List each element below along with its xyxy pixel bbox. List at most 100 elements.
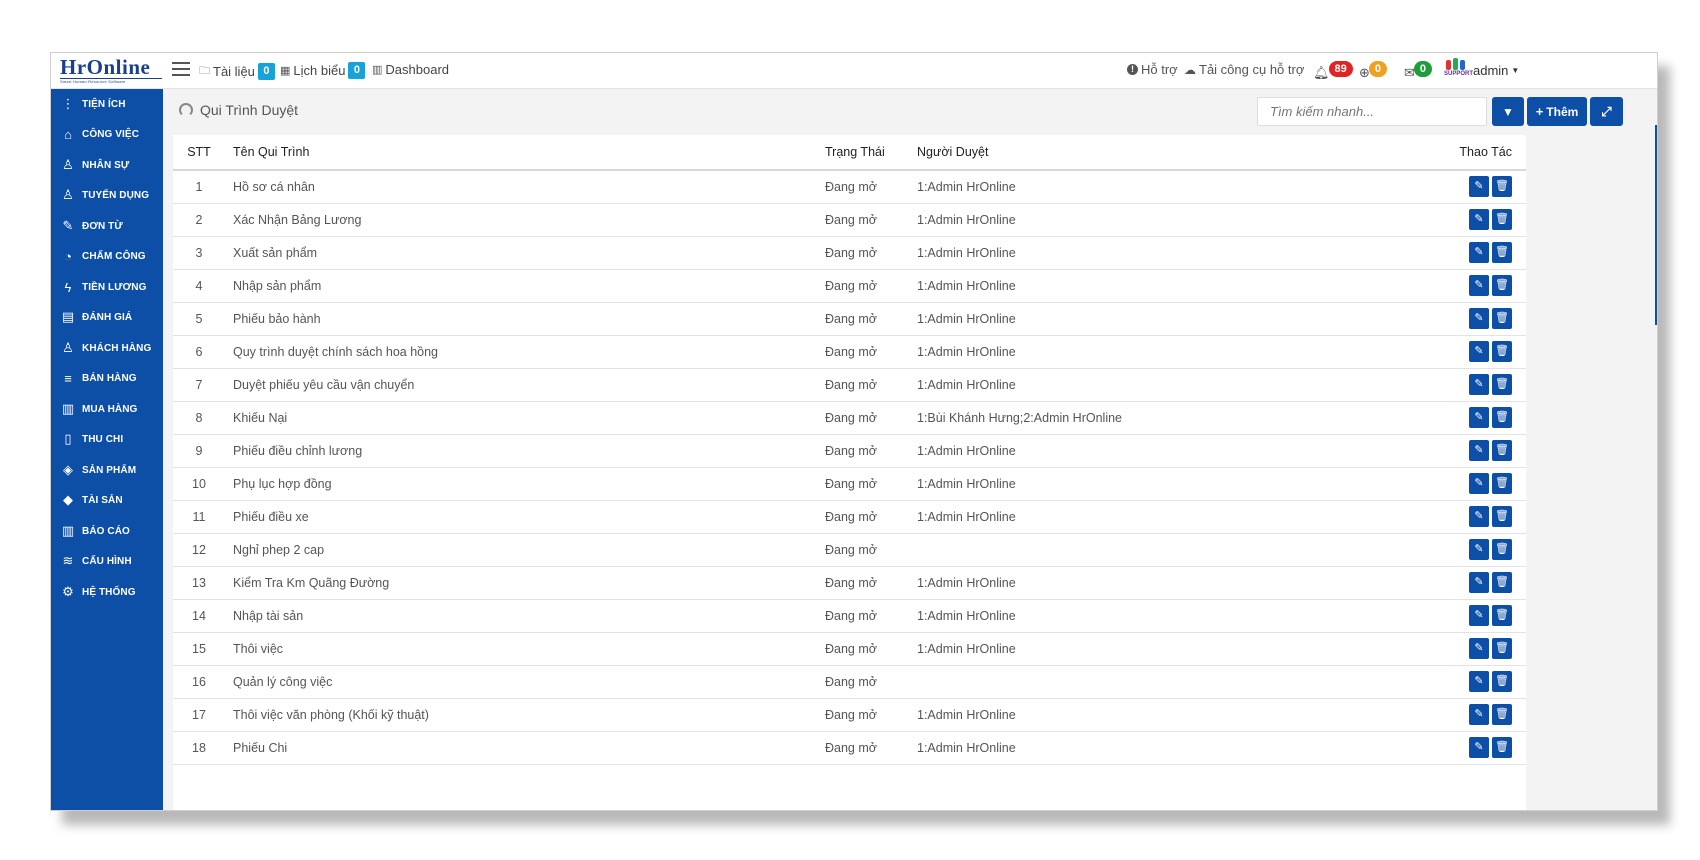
table-row[interactable]: 17 Thôi việc văn phòng (Khối kỹ thuật) Đan…: [173, 698, 1526, 732]
sidebar-item-khach-hang[interactable]: ♙ Khách hàng: [51, 333, 163, 363]
table-row[interactable]: 15 Thôi việc Đang mở 1:Admin HrOnline ✎ 🗑︎: [173, 632, 1526, 666]
delete-button[interactable]: 🗑︎: [1492, 308, 1512, 329]
table-row[interactable]: 8 Khiếu Nại Đang mở 1:Bùi Khánh Hưng;2:Admi…: [173, 401, 1526, 435]
vertical-scrollbar[interactable]: [1655, 125, 1657, 325]
edit-button[interactable]: ✎: [1469, 473, 1489, 494]
brand-logo[interactable]: HrOnline Smart Human Resource Software: [60, 56, 162, 86]
table-row[interactable]: 3 Xuất sản phẩm Đang mở 1:Admin HrOnline ✎ 🗑︎: [173, 236, 1526, 270]
globe-button[interactable]: ⊕ 0: [1359, 57, 1388, 81]
edit-button[interactable]: ✎: [1469, 176, 1489, 198]
sidebar-item-ban-hang[interactable]: ≡ Bán hàng: [51, 363, 163, 393]
edit-button[interactable]: ✎: [1469, 308, 1489, 329]
table-row[interactable]: 10 Phụ lục hợp đồng Đang mở 1:Admin HrOnlin…: [173, 467, 1526, 501]
sidebar-item-don-tu[interactable]: ✎ Đơn từ: [51, 211, 163, 241]
add-button[interactable]: + Thêm: [1527, 97, 1587, 126]
sidebar-item-label: Chấm công: [82, 250, 146, 262]
table-row[interactable]: 5 Phiếu bảo hành Đang mở 1:Admin HrOnline ✎ 🗑…: [173, 302, 1526, 336]
sidebar-item-cham-cong[interactable]: ◔ Chấm công: [51, 241, 163, 271]
trash-icon: 🗑︎: [1495, 510, 1509, 522]
edit-button[interactable]: ✎: [1469, 605, 1489, 626]
delete-button[interactable]: 🗑︎: [1492, 638, 1512, 659]
edit-button[interactable]: ✎: [1469, 539, 1489, 560]
sidebar-item-tien-ich[interactable]: ⋮ Tiện ích: [51, 89, 163, 119]
edit-button[interactable]: ✎: [1469, 242, 1489, 263]
delete-button[interactable]: 🗑︎: [1492, 275, 1512, 296]
col-stt[interactable]: STT: [173, 135, 225, 171]
table-row[interactable]: 16 Quản lý công việc Đang mở ✎ 🗑︎: [173, 665, 1526, 699]
sidebar-item-san-pham[interactable]: ◈ Sản phẩm: [51, 455, 163, 485]
table-row[interactable]: 1 Hồ sơ cá nhân Đang mở 1:Admin HrOnline ✎ 🗑︎: [173, 170, 1526, 204]
sidebar-item-tien-luong[interactable]: ϟ Tiền lương: [51, 272, 163, 302]
table-row[interactable]: 7 Duyệt phiếu yêu cầu vận chuyển Đang mở 1:…: [173, 368, 1526, 402]
delete-button[interactable]: 🗑︎: [1492, 671, 1512, 692]
table-row[interactable]: 11 Phiếu điều xe Đang mở 1:Admin HrOnline ✎ 🗑…: [173, 500, 1526, 534]
table-row[interactable]: 9 Phiếu điều chỉnh lương Đang mở 1:Admin Hr…: [173, 434, 1526, 468]
sidebar-item-nhan-su[interactable]: ♙ Nhân sự: [51, 150, 163, 180]
col-approvers[interactable]: Người Duyệt: [917, 135, 1377, 171]
delete-button[interactable]: 🗑︎: [1492, 539, 1512, 560]
sidebar-item-thu-chi[interactable]: ▯ Thu chi: [51, 424, 163, 454]
col-name[interactable]: Tên Qui Trình: [225, 135, 825, 171]
table-row[interactable]: 12 Nghỉ phep 2 cap Đang mở ✎ 🗑︎: [173, 533, 1526, 567]
app-window: HrOnline Smart Human Resource Software 🗀…: [50, 52, 1658, 811]
delete-button[interactable]: 🗑︎: [1492, 209, 1512, 230]
cell-name: Khiếu Nại: [225, 401, 825, 435]
delete-button[interactable]: 🗑︎: [1492, 704, 1512, 725]
table-row[interactable]: 2 Xác Nhận Bảng Lương Đang mở 1:Admin HrOnl…: [173, 203, 1526, 237]
cell-stt: 17: [173, 698, 225, 732]
notifications-button[interactable]: 🔔︎ 89: [1313, 57, 1353, 81]
delete-button[interactable]: 🗑︎: [1492, 407, 1512, 428]
topnav-documents[interactable]: 🗀 Tài liệu 0: [199, 62, 275, 81]
edit-button[interactable]: ✎: [1469, 440, 1489, 461]
edit-button[interactable]: ✎: [1469, 737, 1489, 758]
menu-toggle-icon[interactable]: [172, 62, 190, 78]
quick-search-input[interactable]: [1257, 97, 1487, 126]
sidebar-item-mua-hang[interactable]: ▥ Mua hàng: [51, 394, 163, 424]
sidebar-item-bao-cao[interactable]: ▥ Báo cáo: [51, 516, 163, 546]
sidebar-item-cong-viec[interactable]: ⌂ Công việc: [51, 119, 163, 149]
delete-button[interactable]: 🗑︎: [1492, 506, 1512, 527]
cell-status: Đang mở: [825, 566, 917, 600]
table-row[interactable]: 6 Quy trình duyệt chính sách hoa hồng Đang…: [173, 335, 1526, 369]
edit-button[interactable]: ✎: [1469, 407, 1489, 428]
sidebar-item-tai-san[interactable]: ◆ Tài sản: [51, 485, 163, 515]
delete-button[interactable]: 🗑︎: [1492, 341, 1512, 362]
edit-button[interactable]: ✎: [1469, 275, 1489, 296]
edit-button[interactable]: ✎: [1469, 671, 1489, 692]
topnav-calendar[interactable]: ▦ Lịch biểu 0: [280, 62, 366, 79]
delete-button[interactable]: 🗑︎: [1492, 440, 1512, 461]
table-row[interactable]: 18 Phiếu Chi Đang mở 1:Admin HrOnline ✎ 🗑︎: [173, 731, 1526, 765]
mail-button[interactable]: ✉ 0: [1404, 57, 1433, 81]
delete-button[interactable]: 🗑︎: [1492, 374, 1512, 395]
table-row[interactable]: 4 Nhập sản phẩm Đang mở 1:Admin HrOnline ✎ 🗑︎: [173, 269, 1526, 303]
edit-button[interactable]: ✎: [1469, 572, 1489, 593]
fullscreen-button[interactable]: ⤢: [1590, 97, 1623, 126]
edit-button[interactable]: ✎: [1469, 506, 1489, 527]
sidebar-item-he-thong[interactable]: ⚙ Hệ thống: [51, 577, 163, 607]
delete-button[interactable]: 🗑︎: [1492, 242, 1512, 263]
filter-button[interactable]: ▼: [1492, 97, 1524, 126]
topnav-dashboard[interactable]: ▥ Dashboard: [372, 62, 449, 77]
delete-button[interactable]: 🗑︎: [1492, 605, 1512, 626]
delete-button[interactable]: 🗑︎: [1492, 176, 1512, 198]
delete-button[interactable]: 🗑︎: [1492, 473, 1512, 494]
sidebar-item-tuyen-dung[interactable]: ♙ Tuyển dụng: [51, 180, 163, 210]
table-row[interactable]: 13 Kiểm Tra Km Quãng Đường Đang mở 1:Admin …: [173, 566, 1526, 600]
map-icon: ▥: [61, 401, 75, 416]
sidebar-item-cau-hinh[interactable]: ≋ Cấu hình: [51, 546, 163, 576]
table-row[interactable]: 14 Nhập tài sản Đang mở 1:Admin HrOnline ✎ 🗑︎: [173, 599, 1526, 633]
edit-button[interactable]: ✎: [1469, 704, 1489, 725]
cell-stt: 11: [173, 500, 225, 534]
support-link[interactable]: ! Hỗ trợ: [1127, 62, 1178, 77]
sidebar-item-danh-gia[interactable]: ▤ Đánh giá: [51, 302, 163, 332]
edit-button[interactable]: ✎: [1469, 638, 1489, 659]
edit-button[interactable]: ✎: [1469, 341, 1489, 362]
edit-button[interactable]: ✎: [1469, 374, 1489, 395]
delete-button[interactable]: 🗑︎: [1492, 572, 1512, 593]
cell-stt: 5: [173, 302, 225, 336]
download-tool-link[interactable]: ☁ Tải công cụ hỗ trợ: [1184, 62, 1304, 77]
delete-button[interactable]: 🗑︎: [1492, 737, 1512, 758]
col-status[interactable]: Trạng Thái: [825, 135, 917, 171]
user-menu[interactable]: SUPPORT admin ▼: [1444, 58, 1519, 82]
edit-button[interactable]: ✎: [1469, 209, 1489, 230]
